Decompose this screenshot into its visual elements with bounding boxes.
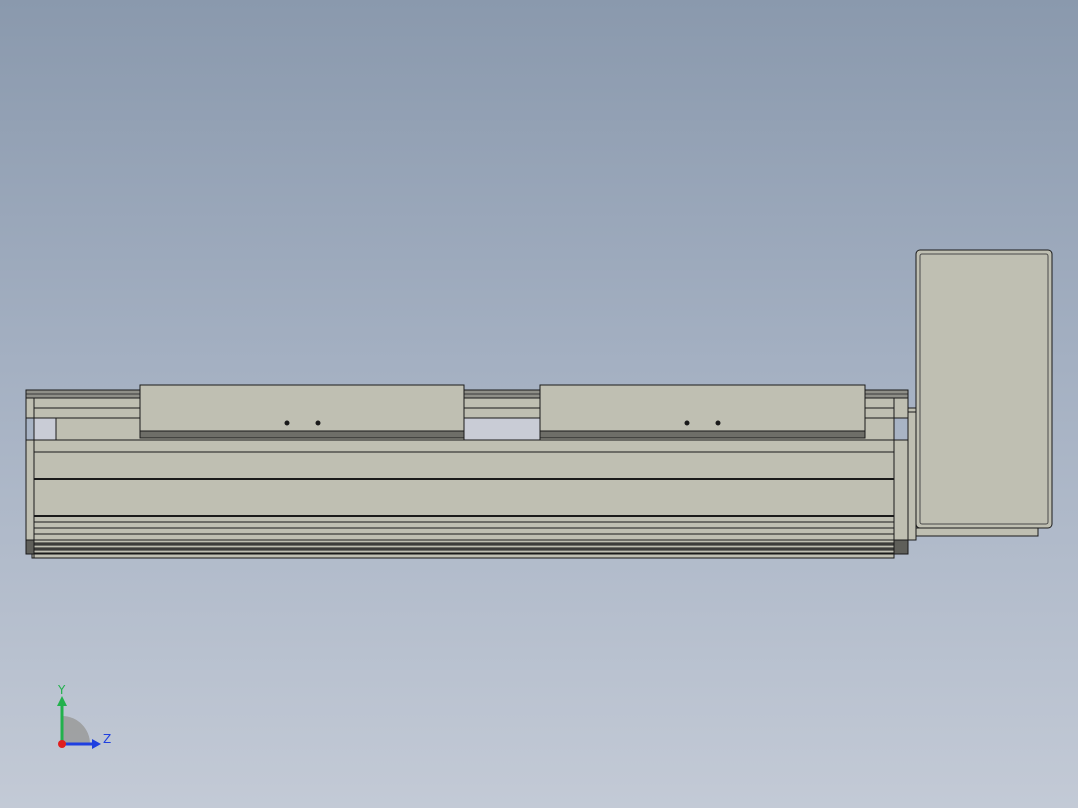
carriage-left[interactable] bbox=[139, 384, 465, 439]
motor-adapter[interactable] bbox=[907, 407, 917, 541]
graphics-viewport[interactable]: Y Z bbox=[0, 0, 1078, 808]
linear-actuator-model[interactable] bbox=[0, 0, 1078, 808]
z-axis-arrow-icon bbox=[92, 739, 101, 749]
x-axis-point-icon bbox=[58, 740, 66, 748]
triad-quadrant bbox=[62, 716, 90, 744]
y-axis-arrow-icon bbox=[57, 696, 67, 706]
z-axis-label: Z bbox=[103, 732, 111, 746]
y-axis-label: Y bbox=[57, 684, 66, 697]
axis-triad: Y Z bbox=[57, 684, 111, 749]
motor-housing[interactable] bbox=[915, 249, 1053, 537]
carriage-right[interactable] bbox=[539, 384, 866, 439]
